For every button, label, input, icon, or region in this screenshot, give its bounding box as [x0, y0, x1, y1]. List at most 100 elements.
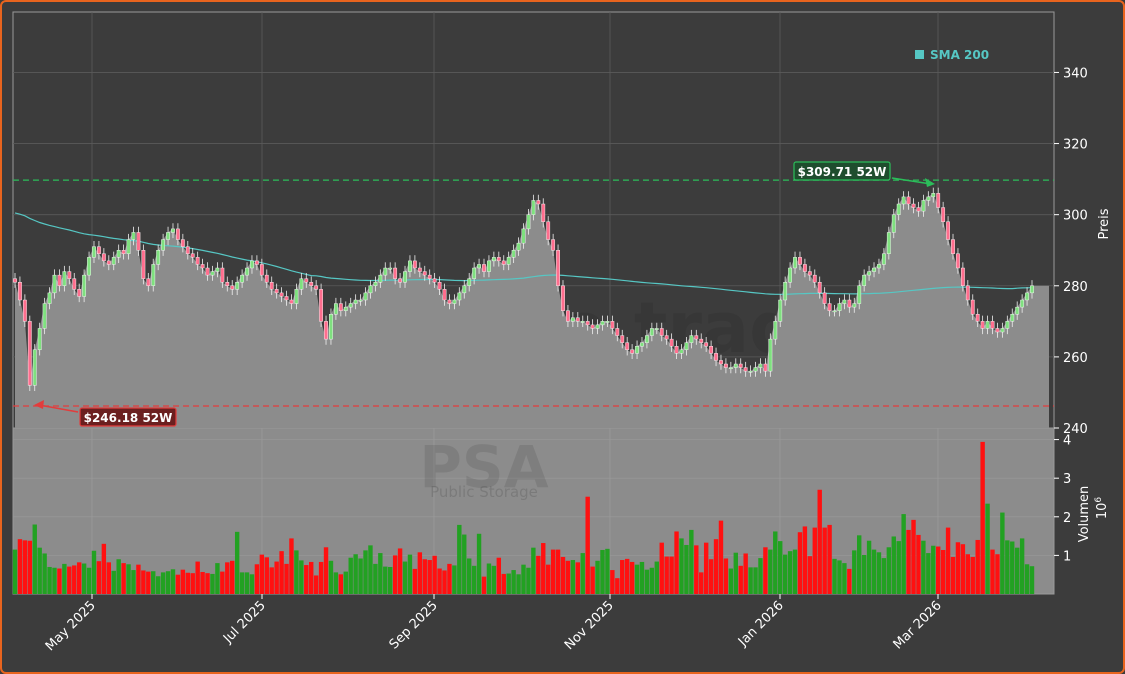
- volume-bar: [195, 561, 200, 594]
- volume-bar: [891, 536, 896, 594]
- volume-bar: [708, 559, 714, 594]
- candle-body: [333, 303, 338, 315]
- volume-bar: [52, 567, 57, 594]
- candle-body: [245, 267, 249, 276]
- candle-body: [358, 299, 363, 302]
- volume-bar: [106, 562, 112, 594]
- volume-bar: [600, 549, 605, 594]
- volume-bar: [822, 527, 827, 594]
- volume-bar: [649, 567, 655, 594]
- candle-body: [719, 360, 723, 365]
- candle-body: [526, 214, 531, 230]
- candle-body: [472, 267, 477, 279]
- candle-body: [738, 363, 743, 368]
- volume-bar: [491, 565, 497, 594]
- candle-body: [1005, 321, 1010, 329]
- volume-bar: [842, 563, 847, 594]
- candle-body: [970, 299, 975, 315]
- date-tick-label: Jul 2025: [220, 598, 269, 647]
- candle-body: [630, 349, 635, 354]
- candle-body: [487, 260, 491, 272]
- volume-bar: [797, 532, 803, 594]
- volume-bar: [620, 560, 625, 594]
- candle-body: [37, 328, 42, 350]
- candle-body: [77, 289, 82, 297]
- volume-bar: [225, 562, 230, 594]
- volume-bar: [743, 553, 748, 594]
- volume-bar: [935, 546, 941, 594]
- candle-body: [877, 264, 881, 269]
- candle-body: [343, 306, 348, 311]
- candle-body: [111, 257, 116, 265]
- volume-bar: [42, 553, 47, 594]
- legend-swatch: [915, 50, 924, 59]
- candle-body: [541, 203, 546, 222]
- candle-body: [669, 338, 674, 347]
- candle-body: [314, 285, 319, 290]
- volume-bar: [847, 568, 852, 594]
- candle-body: [965, 285, 970, 301]
- volume-bar: [763, 547, 768, 594]
- candle-body: [200, 264, 205, 269]
- candle-body: [101, 253, 106, 262]
- candle-body: [906, 196, 911, 205]
- volume-bar: [383, 566, 388, 594]
- volume-bar: [738, 565, 743, 594]
- price-tick-label: 320: [1063, 138, 1088, 153]
- candle-body: [18, 282, 22, 301]
- candle-body: [506, 257, 511, 265]
- volume-bar: [634, 564, 640, 594]
- volume-bar: [200, 571, 205, 594]
- candle-body: [886, 232, 891, 254]
- volume-bar: [545, 564, 551, 594]
- candle-body: [773, 321, 778, 340]
- candle-body: [566, 310, 570, 322]
- volume-bar: [718, 520, 724, 594]
- volume-bar: [230, 560, 235, 594]
- volume-bar: [338, 574, 344, 594]
- candle-body: [47, 292, 52, 304]
- candle-body: [561, 285, 565, 311]
- volume-bar: [86, 567, 92, 594]
- candle-body: [556, 250, 560, 286]
- candle-body: [753, 367, 758, 372]
- candle-body: [590, 324, 595, 329]
- volume-bar: [81, 563, 87, 594]
- candle-body: [427, 274, 432, 279]
- candle-body: [580, 321, 585, 323]
- candle-body: [585, 321, 590, 326]
- volume-bar: [679, 538, 684, 594]
- candle-body: [467, 278, 472, 286]
- volume-bar: [945, 527, 951, 594]
- chart-frame: forexsignale.trade PSA Public Storage $3…: [0, 0, 1125, 674]
- candle-body: [768, 338, 773, 372]
- volume-bar: [541, 543, 546, 594]
- volume-bar: [723, 558, 729, 594]
- volume-bar: [629, 561, 635, 594]
- volume-bar: [580, 553, 585, 594]
- volume-bar: [590, 566, 595, 594]
- volume-bar: [787, 551, 793, 594]
- candle-body: [22, 299, 27, 322]
- candle-body: [664, 335, 669, 340]
- low-52w-label: $246.18 52W: [84, 411, 173, 425]
- volume-bar: [639, 561, 645, 594]
- candle-body: [511, 250, 516, 258]
- volume-bar: [684, 544, 689, 594]
- candle-body: [743, 367, 748, 372]
- candle-body: [116, 250, 121, 258]
- candle-body: [842, 299, 847, 304]
- candle-body: [225, 282, 230, 286]
- candle-body: [931, 193, 936, 198]
- candle-body: [684, 342, 689, 350]
- volume-bar: [67, 566, 72, 594]
- candle-body: [259, 264, 264, 276]
- candle-body: [378, 274, 383, 283]
- volume-bar: [605, 548, 610, 594]
- candle-body: [714, 353, 718, 361]
- volume-bar: [116, 559, 121, 594]
- candle-body: [284, 296, 289, 301]
- volume-bar: [1010, 541, 1015, 594]
- volume-bar: [284, 563, 289, 594]
- volume-bar: [121, 563, 126, 594]
